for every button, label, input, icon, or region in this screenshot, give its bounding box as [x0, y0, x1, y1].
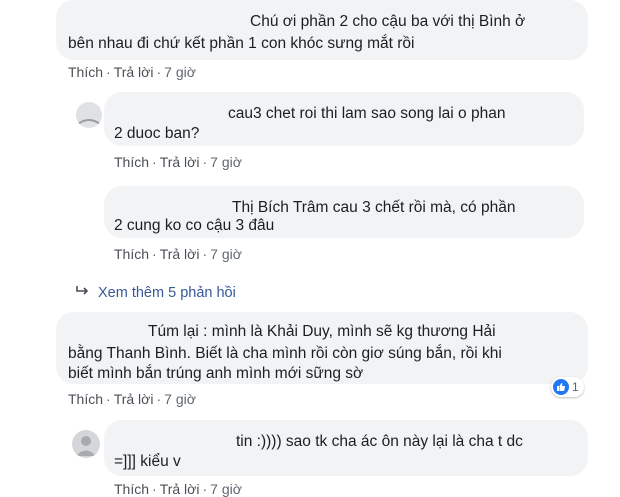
avatar[interactable] [76, 102, 102, 128]
comment-bubble: Chú ơi phần 2 cho cậu ba với thị Bình ở … [56, 0, 588, 60]
view-more-label: Xem thêm 5 phản hồi [98, 285, 236, 301]
comment-actions: Thích · Trả lời · 7 giờ [68, 64, 196, 80]
comment-actions: Thích · Trả lời · 7 giờ [114, 481, 242, 497]
reply-link[interactable]: Trả lời [160, 246, 200, 262]
comment-text: tin :)))) sao tk cha ác ôn này lại là ch… [236, 433, 523, 450]
timestamp: 7 giờ [210, 154, 242, 170]
avatar[interactable] [72, 430, 100, 458]
comment-text: 2 cung ko co cậu 3 đâu [114, 217, 275, 234]
reply-arrow-icon [76, 285, 98, 301]
reply-link[interactable]: Trả lời [114, 64, 154, 80]
view-more-replies-link[interactable]: Xem thêm 5 phản hồi [76, 285, 236, 301]
comment-text: cau3 chet roi thi lam sao song lai o pha… [228, 105, 506, 122]
like-link[interactable]: Thích [114, 154, 149, 170]
timestamp: 7 giờ [164, 391, 196, 407]
comment-text: bên nhau đi chứ kết phần 1 con khóc sưng… [68, 35, 415, 52]
like-link[interactable]: Thích [114, 481, 149, 497]
like-link[interactable]: Thích [68, 391, 103, 407]
comment-actions: Thích · Trả lời · 7 giờ [68, 391, 196, 407]
timestamp: 7 giờ [210, 246, 242, 262]
reaction-badge[interactable]: 1 [551, 377, 584, 397]
reply-link[interactable]: Trả lời [114, 391, 154, 407]
reaction-count: 1 [572, 380, 579, 394]
comment-bubble: Thị Bích Trâm cau 3 chết rồi mà, có phần… [104, 186, 584, 238]
comment-text: 2 duoc ban? [114, 125, 200, 142]
comment-text: Chú ơi phần 2 cho cậu ba với thị Bình ở [250, 13, 526, 30]
thumbs-up-icon [553, 379, 569, 395]
reply-link[interactable]: Trả lời [160, 481, 200, 497]
like-link[interactable]: Thích [68, 64, 103, 80]
timestamp: 7 giờ [210, 481, 242, 497]
timestamp: 7 giờ [164, 64, 196, 80]
comment-bubble: tin :)))) sao tk cha ác ôn này lại là ch… [104, 420, 588, 476]
comment-text: Thị Bích Trâm cau 3 chết rồi mà, có phần [232, 199, 516, 216]
comment-text: =]]] kiểu v [114, 453, 181, 470]
like-link[interactable]: Thích [114, 246, 149, 262]
comment-actions: Thích · Trả lời · 7 giờ [114, 154, 242, 170]
comment-text: bằng Thanh Bình. Biết là cha mình rồi cò… [68, 345, 502, 362]
user-avatar-icon [76, 436, 96, 456]
comment-bubble: Túm lại : mình là Khải Duy, mình sẽ kg t… [56, 312, 588, 384]
user-avatar-icon [77, 119, 101, 125]
comment-text: biết mình bắn trúng anh mình mới sững sờ [68, 365, 364, 382]
reply-link[interactable]: Trả lời [160, 154, 200, 170]
comment-text: Túm lại : mình là Khải Duy, mình sẽ kg t… [148, 323, 496, 340]
comment-bubble: cau3 chet roi thi lam sao song lai o pha… [104, 92, 584, 146]
comment-actions: Thích · Trả lời · 7 giờ [114, 246, 242, 262]
